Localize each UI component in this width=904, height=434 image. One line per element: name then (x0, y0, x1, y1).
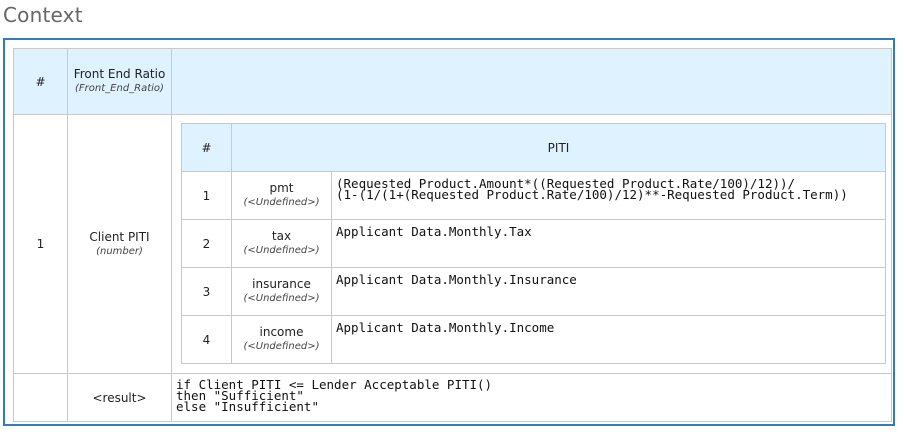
column-name: Front End Ratio (73, 67, 166, 81)
table-row: 4 income (<Undefined>) Applicant Data.Mo… (181, 315, 886, 364)
entry-index[interactable]: 1 (13, 114, 68, 374)
inner-name-header[interactable]: PITI (231, 123, 886, 172)
row-variable-cell[interactable]: tax (<Undefined>) (231, 219, 332, 268)
row-variable-cell[interactable]: income (<Undefined>) (231, 315, 332, 364)
table-row: 3 insurance (<Undefined>) Applicant Data… (181, 267, 886, 316)
row-expression[interactable]: (Requested Product.Amount*((Requested Pr… (331, 171, 886, 220)
result-label[interactable]: <result> (67, 373, 172, 422)
row-name: income (259, 325, 304, 339)
row-expression[interactable]: Applicant Data.Monthly.Income (331, 315, 886, 364)
row-type: (<Undefined>) (243, 197, 320, 208)
row-type: (<Undefined>) (243, 293, 320, 304)
context-editor: # Front End Ratio (Front_End_Ratio) 1 Cl… (3, 38, 895, 426)
column-type: (Front_End_Ratio) (75, 83, 164, 94)
row-name: pmt (269, 181, 294, 195)
result-expression[interactable]: if Client PITI <= Lender Acceptable PITI… (171, 373, 892, 422)
row-type: (<Undefined>) (243, 341, 320, 352)
row-expression[interactable]: Applicant Data.Monthly.Tax (331, 219, 886, 268)
piti-context-table: # PITI 1 pmt (<Undefined>) (Requested Pr… (181, 123, 886, 364)
row-index-header[interactable]: # (13, 48, 68, 115)
entry-variable-cell[interactable]: Client PITI (number) (67, 114, 172, 374)
result-index-blank[interactable] (13, 373, 68, 422)
context-column-header[interactable]: Front End Ratio (Front_End_Ratio) (67, 48, 172, 115)
row-index[interactable]: 3 (181, 267, 232, 316)
row-name: tax (271, 229, 292, 243)
row-index[interactable]: 2 (181, 219, 232, 268)
entry-name: Client PITI (89, 229, 150, 244)
table-row: 2 tax (<Undefined>) Applicant Data.Month… (181, 219, 886, 268)
row-index[interactable]: 4 (181, 315, 232, 364)
table-row: 1 pmt (<Undefined>) (Requested Product.A… (181, 171, 886, 220)
row-expression[interactable]: Applicant Data.Monthly.Insurance (331, 267, 886, 316)
page-title: Context (3, 3, 83, 27)
row-type: (<Undefined>) (243, 245, 320, 256)
inner-index-header[interactable]: # (181, 123, 232, 172)
row-index[interactable]: 1 (181, 171, 232, 220)
context-header-blank[interactable] (171, 48, 892, 115)
row-name: insurance (252, 277, 311, 291)
row-variable-cell[interactable]: insurance (<Undefined>) (231, 267, 332, 316)
context-table: # Front End Ratio (Front_End_Ratio) 1 Cl… (13, 48, 892, 422)
entry-type: (number) (96, 245, 143, 257)
row-variable-cell[interactable]: pmt (<Undefined>) (231, 171, 332, 220)
entry-expression-cell: # PITI 1 pmt (<Undefined>) (Requested Pr… (171, 114, 892, 374)
